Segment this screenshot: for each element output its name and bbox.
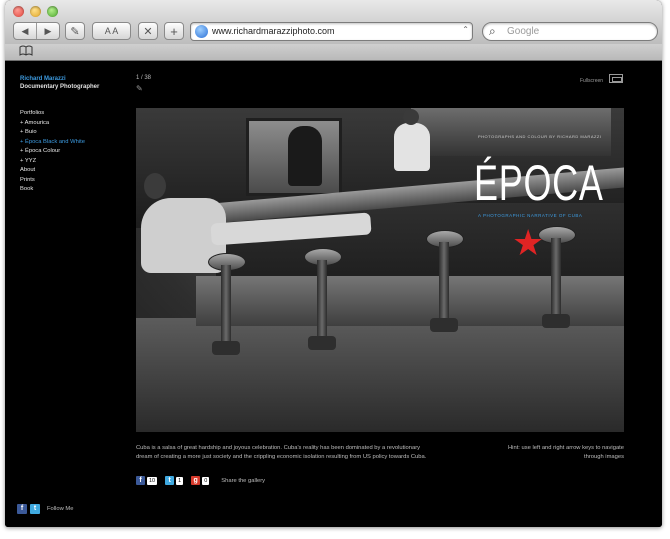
stop-button[interactable]: ✕ (138, 22, 158, 40)
photo-stool (304, 248, 342, 366)
book-icon (19, 45, 33, 56)
nav-item-buio[interactable]: + Buio (20, 128, 85, 138)
search-placeholder: Google (507, 26, 540, 37)
twitter-follow-icon[interactable]: t (30, 504, 40, 514)
site-name[interactable]: Richard Marazzi (20, 76, 66, 82)
photo-stool (426, 230, 464, 348)
edit-button[interactable]: ✎ (65, 22, 85, 40)
share-label[interactable]: Share the gallery (221, 478, 265, 484)
pin-icon[interactable]: ✎ (136, 84, 143, 93)
browser-window: ◀ ▶ ✎ A A ✕ + www.richardmarazziphoto.co… (5, 0, 662, 527)
photo-man-head (144, 173, 166, 199)
twitter-count: 1 (176, 476, 184, 485)
follow-bar: f t Follow Me (17, 504, 73, 514)
minimize-window-button[interactable] (30, 6, 41, 17)
search-icon: ⌕ (489, 24, 496, 38)
facebook-icon[interactable]: f (136, 476, 145, 485)
close-window-button[interactable] (13, 6, 24, 17)
pencil-icon: ✎ (70, 25, 80, 38)
zoom-window-button[interactable] (47, 6, 58, 17)
nav-item-book[interactable]: Book (20, 185, 85, 195)
facebook-count: 10 (147, 476, 158, 485)
site-subtitle: Documentary Photographer (20, 84, 100, 90)
photo-caption: Cuba is a salsa of great hardship and jo… (136, 445, 427, 460)
url-text[interactable]: www.richardmarazziphoto.com (212, 26, 335, 36)
google-plus-count: 0 (202, 476, 210, 485)
photo-back-window (411, 108, 611, 156)
gallery-photo[interactable]: PHOTOGRAPHS AND COLOUR BY RICHARD MARAZZ… (136, 108, 624, 432)
search-field[interactable]: ⌕ Google (482, 22, 658, 41)
nav-item-epoca-colour[interactable]: + Época Colour (20, 147, 85, 157)
back-forward-buttons: ◀ ▶ (13, 22, 60, 40)
window-controls (13, 6, 58, 17)
nav-item-yyz[interactable]: + YYZ (20, 157, 85, 167)
follow-label: Follow Me (47, 506, 74, 512)
bookmarks-icon[interactable] (19, 45, 33, 59)
photo-credit: PHOTOGRAPHS AND COLOUR BY RICHARD MARAZZ… (478, 134, 602, 139)
site-nav: Portfolios + Amourica + Buio + Época Bla… (20, 109, 85, 195)
text-size-button[interactable]: A A (92, 22, 131, 40)
globe-icon (195, 25, 208, 38)
google-plus-icon[interactable]: g (191, 476, 201, 485)
title-bar: ◀ ▶ ✎ A A ✕ + www.richardmarazziphoto.co… (5, 0, 662, 45)
nav-item-about[interactable]: About (20, 166, 85, 176)
back-button[interactable]: ◀ (14, 26, 36, 37)
twitter-icon[interactable]: t (165, 476, 175, 485)
nav-item-portfolios[interactable]: Portfolios (20, 109, 85, 119)
bookmarks-bar (5, 44, 662, 61)
image-counter: 1 / 38 (136, 75, 152, 81)
photo-tagline: A PHOTOGRAPHIC NARRATIVE OF CUBA (478, 213, 583, 218)
add-bookmark-button[interactable]: + (164, 22, 184, 40)
photo-man-legs (210, 212, 372, 246)
nav-item-amourica[interactable]: + Amourica (20, 119, 85, 129)
star-icon: ★ (512, 222, 545, 263)
reload-icon[interactable]: ⌃ (462, 25, 469, 34)
photo-title: ÉPOCA (474, 155, 604, 211)
photo-person-white (394, 109, 430, 171)
forward-button[interactable]: ▶ (37, 26, 59, 37)
fullscreen-icon[interactable] (609, 74, 623, 83)
fullscreen-label[interactable]: Fullscreen (580, 78, 603, 84)
photo-reclining-man (136, 158, 376, 273)
facebook-follow-icon[interactable]: f (17, 504, 27, 514)
nav-item-epoca-bw[interactable]: + Época Black and White (20, 138, 85, 148)
page-content: Richard Marazzi Documentary Photographer… (5, 61, 662, 527)
photo-stool (208, 253, 246, 371)
navigation-hint: Hint: use left and right arrow keys to n… (508, 445, 624, 460)
share-bar: f 10 t 1 g 0 Share the gallery (136, 476, 265, 485)
nav-item-prints[interactable]: Prints (20, 176, 85, 186)
address-bar[interactable]: www.richardmarazziphoto.com ⌃ (190, 22, 473, 41)
